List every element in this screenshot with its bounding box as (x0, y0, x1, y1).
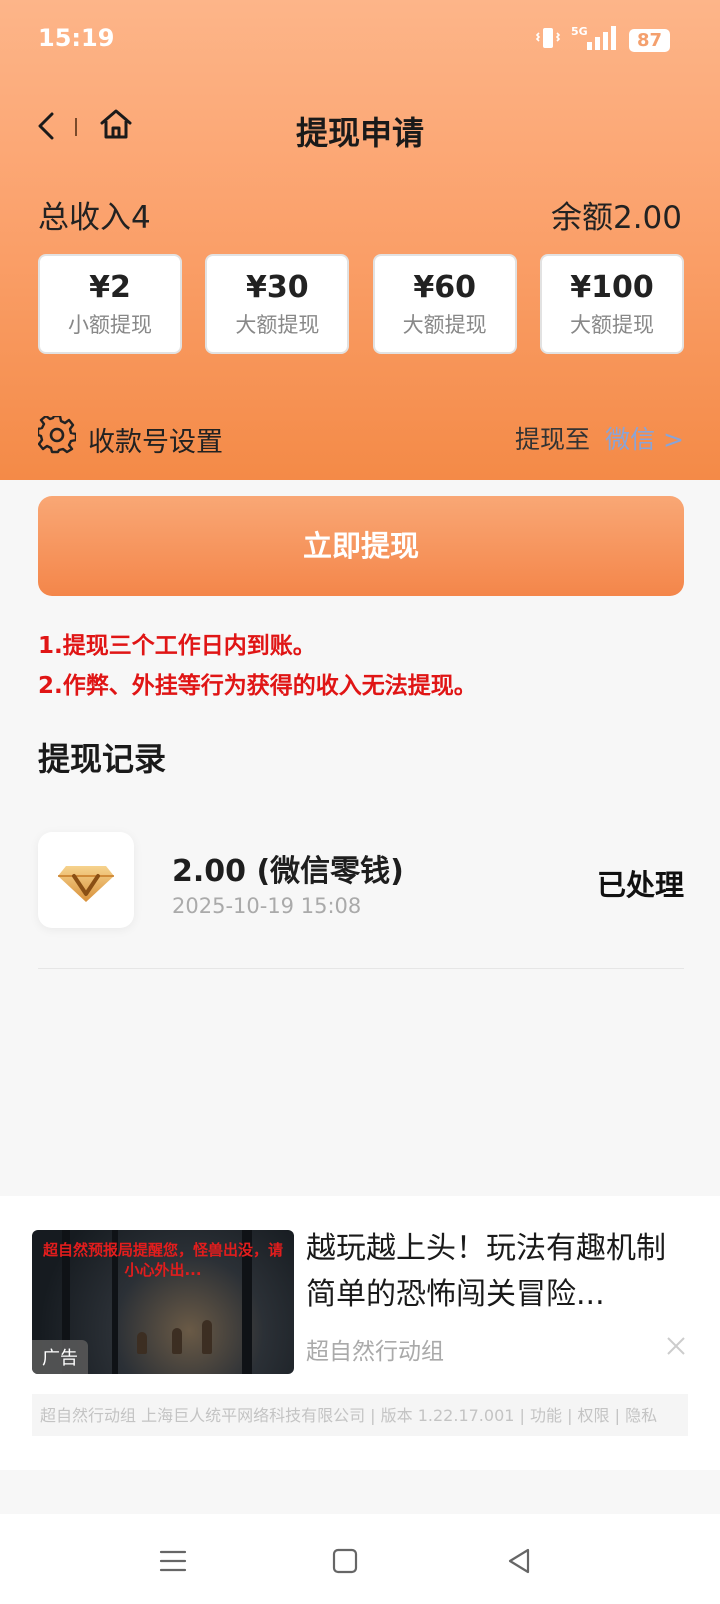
withdraw-to-label: 提现至 (514, 425, 590, 454)
ad-image[interactable]: 超自然预报局提醒您，怪兽出没，请小心外出... 广告 (32, 1230, 294, 1374)
amount-value: ¥30 (246, 270, 309, 305)
status-icons: 5G 87 (535, 24, 670, 56)
amount-option-60[interactable]: ¥60 大额提现 (372, 254, 517, 354)
status-time: 15:19 (38, 24, 115, 52)
system-nav-bar (0, 1514, 720, 1604)
ad-tag: 广告 (32, 1340, 88, 1374)
amount-value: ¥60 (413, 270, 476, 305)
account-settings-row[interactable]: 收款号设置 提现至 微信 > (36, 410, 684, 460)
ad-title[interactable]: 越玩越上头！玩法有趣机制简单的恐怖闯关冒险... (306, 1226, 686, 1318)
amount-value: ¥100 (570, 270, 654, 305)
withdraw-now-button[interactable]: 立即提现 (38, 496, 684, 596)
menu-icon[interactable] (158, 1546, 188, 1576)
record-time: 2025-10-19 15:08 (172, 894, 362, 918)
network-label: 5G (571, 25, 588, 38)
balance: 余额2.00 (550, 200, 682, 236)
record-row[interactable]: 2.00 (微信零钱) 2025-10-19 15:08 已处理 (38, 806, 684, 969)
amount-option-30[interactable]: ¥30 大额提现 (205, 254, 350, 354)
home-square-icon[interactable] (330, 1546, 360, 1576)
total-income: 总收入4 (38, 200, 151, 236)
amount-option-2[interactable]: ¥2 小额提现 (38, 254, 182, 354)
page-title: 提现申请 (295, 114, 424, 152)
ad-footer: 超自然行动组 上海巨人统平网络科技有限公司 | 版本 1.22.17.001 |… (32, 1394, 688, 1436)
amount-desc: 小额提现 (68, 313, 152, 337)
account-settings-label: 收款号设置 (88, 427, 223, 458)
ad-figure (202, 1320, 212, 1354)
back-triangle-icon[interactable] (504, 1546, 534, 1576)
record-amount: 2.00 (微信零钱) (172, 854, 404, 889)
ad-figure (137, 1332, 147, 1354)
ad-brand: 超自然行动组 (306, 1339, 444, 1365)
ad-image-headline: 超自然预报局提醒您，怪兽出没，请小心外出... (42, 1241, 283, 1279)
amount-value: ¥2 (89, 270, 131, 305)
navbar: 提现申请 (0, 92, 720, 162)
amount-desc: 大额提现 (235, 313, 320, 337)
record-status: 已处理 (596, 868, 684, 902)
notice-line: 1.提现三个工作日内到账。 (38, 633, 316, 659)
signal-icon: 5G (571, 24, 619, 56)
records-title: 提现记录 (38, 740, 167, 778)
ad-banner[interactable]: 超自然预报局提醒您，怪兽出没，请小心外出... 广告 越玩越上头！玩法有趣机制简… (0, 1196, 720, 1470)
withdraw-notice: 1.提现三个工作日内到账。 2.作弊、外挂等行为获得的收入无法提现。 (38, 626, 477, 706)
diamond-icon (38, 832, 134, 928)
battery-indicator: 87 (628, 28, 670, 52)
vibrate-icon (535, 25, 561, 55)
notice-line: 2.作弊、外挂等行为获得的收入无法提现。 (38, 673, 477, 699)
amount-options: ¥2 小额提现 ¥30 大额提现 ¥60 大额提现 ¥100 大额提现 (38, 254, 684, 358)
close-icon[interactable] (664, 1334, 688, 1358)
amount-option-100[interactable]: ¥100 大额提现 (539, 254, 684, 354)
ad-figure (172, 1328, 182, 1354)
withdraw-target-link[interactable]: 微信 > (605, 420, 684, 456)
header-background: 15:19 5G 87 提现申请 总收入4 余额2.00 ¥2 小额提现 ¥30… (0, 0, 720, 480)
amount-desc: 大额提现 (402, 313, 487, 337)
gear-icon (36, 414, 78, 454)
status-bar: 15:19 5G 87 (0, 0, 720, 80)
amount-desc: 大额提现 (569, 313, 654, 337)
